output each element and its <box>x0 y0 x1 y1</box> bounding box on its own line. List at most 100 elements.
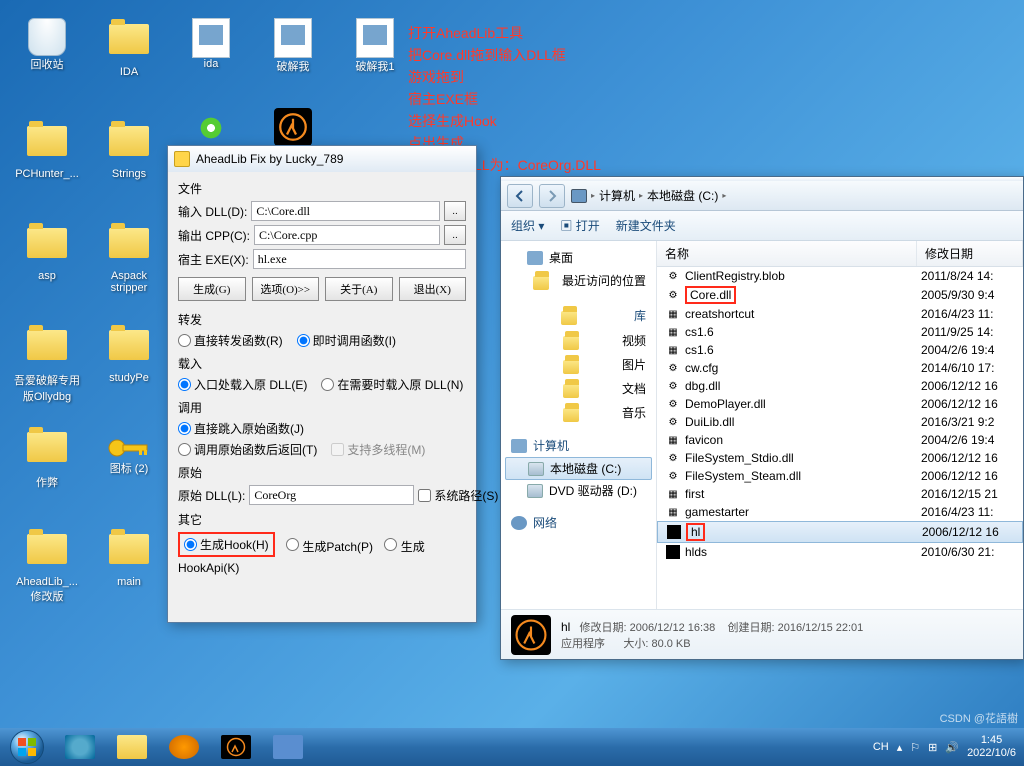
file-row[interactable]: ⚙cw.cfg2014/6/10 17: <box>657 359 1023 377</box>
chk-syspath[interactable]: 系统路径(S) <box>418 487 498 504</box>
col-date[interactable]: 修改日期 <box>917 241 1023 266</box>
desktop-icon[interactable]: IDA <box>94 18 164 78</box>
desktop-icon[interactable] <box>258 108 328 146</box>
desktop-icon[interactable]: studyPe <box>94 324 164 384</box>
browse-output-cpp[interactable]: .. <box>444 225 466 245</box>
taskbar: CH ▴ ⚐ ⊞ 🔊 1:45 2022/10/6 <box>0 728 1024 766</box>
sidebar-pictures[interactable]: 图片 <box>505 352 652 376</box>
hl-icon <box>511 615 551 655</box>
start-button[interactable] <box>0 728 54 766</box>
computer-icon <box>571 189 587 203</box>
aheadlib-window: AheadLib Fix by Lucky_789 文件 输入 DLL(D): … <box>167 145 477 623</box>
radio-fwd-direct[interactable]: 直接转发函数(R) <box>178 332 283 349</box>
sidebar-network[interactable]: 网络 <box>505 511 652 534</box>
radio-gen-patch[interactable]: 生成Patch(P) <box>286 540 373 554</box>
newfolder-button[interactable]: 新建文件夹 <box>616 217 676 234</box>
file-row[interactable]: ▦first2016/12/15 21 <box>657 485 1023 503</box>
lbl-output-cpp: 输出 CPP(C): <box>178 227 250 244</box>
output-cpp-field[interactable] <box>254 225 440 245</box>
desktop-icon[interactable]: Strings <box>94 120 164 180</box>
file-row[interactable]: ⚙ClientRegistry.blob2011/8/24 14: <box>657 267 1023 285</box>
network-icon[interactable]: ⊞ <box>928 741 937 754</box>
input-dll-field[interactable] <box>251 201 440 221</box>
nav-back-button[interactable] <box>507 184 533 208</box>
desktop-icon[interactable] <box>176 108 246 148</box>
sidebar-music[interactable]: 音乐 <box>505 400 652 424</box>
taskbar-app[interactable] <box>262 729 314 765</box>
orig-dll-field[interactable] <box>249 485 414 505</box>
desktop-icon[interactable]: main <box>94 528 164 588</box>
clock[interactable]: 1:45 2022/10/6 <box>967 734 1016 760</box>
sidebar-recent[interactable]: 最近访问的位置 <box>505 268 652 292</box>
file-row[interactable]: ▦favicon2004/2/6 19:4 <box>657 431 1023 449</box>
open-button[interactable]: ▣ 打开 <box>560 217 599 234</box>
app-icon <box>174 151 190 167</box>
about-button[interactable]: 关于(A) <box>325 277 393 301</box>
file-row[interactable]: ⚙FileSystem_Steam.dll2006/12/12 16 <box>657 467 1023 485</box>
file-list: 名称 修改日期 ⚙ClientRegistry.blob2011/8/24 14… <box>657 241 1023 609</box>
taskbar-explorer[interactable] <box>106 729 158 765</box>
aheadlib-titlebar[interactable]: AheadLib Fix by Lucky_789 <box>168 146 476 172</box>
explorer-toolbar: 组织 ▾ ▣ 打开 新建文件夹 <box>501 211 1023 241</box>
browse-input-dll[interactable]: .. <box>444 201 466 221</box>
lbl-host-exe: 宿主 EXE(X): <box>178 251 249 268</box>
system-tray: CH ▴ ⚐ ⊞ 🔊 1:45 2022/10/6 <box>865 734 1024 760</box>
desktop-icon[interactable]: 破解我1 <box>340 18 410 74</box>
file-row[interactable]: ▦cs1.62004/2/6 19:4 <box>657 341 1023 359</box>
file-row[interactable]: ⚙dbg.dll2006/12/12 16 <box>657 377 1023 395</box>
file-row[interactable]: hlds2010/6/30 21: <box>657 543 1023 561</box>
host-exe-field[interactable] <box>253 249 466 269</box>
sidebar-desktop[interactable]: 桌面 <box>505 247 652 268</box>
taskbar-ie[interactable] <box>54 729 106 765</box>
radio-call-jump[interactable]: 直接跳入原始函数(J) <box>178 420 304 437</box>
taskbar-mediaplayer[interactable] <box>158 729 210 765</box>
desktop-icon[interactable]: 吾爱破解专用版Ollydbg <box>12 324 82 404</box>
col-name[interactable]: 名称 <box>657 241 917 266</box>
sidebar-video[interactable]: 视频 <box>505 328 652 352</box>
windows-orb-icon <box>10 730 44 764</box>
lbl-orig-dll: 原始 DLL(L): <box>178 487 245 504</box>
desktop-icon[interactable]: 回收站 <box>12 18 82 72</box>
radio-load-ondemand[interactable]: 在需要时载入原 DLL(N) <box>321 376 463 393</box>
file-row[interactable]: ⚙DuiLib.dll2016/3/21 9:2 <box>657 413 1023 431</box>
file-row[interactable]: ▦cs1.62011/9/25 14: <box>657 323 1023 341</box>
options-button[interactable]: 选项(O)>> <box>252 277 320 301</box>
file-row[interactable]: ⚙FileSystem_Stdio.dll2006/12/12 16 <box>657 449 1023 467</box>
file-row[interactable]: hl2006/12/12 16 <box>657 521 1023 543</box>
flag-icon[interactable]: ⚐ <box>910 741 920 754</box>
desktop-icon[interactable]: AheadLib_...修改版 <box>12 528 82 604</box>
sidebar-libraries[interactable]: 库 <box>505 302 652 328</box>
nav-forward-button[interactable] <box>539 184 565 208</box>
radio-fwd-instant[interactable]: 即时调用函数(I) <box>297 332 396 349</box>
desktop-icon[interactable]: asp <box>12 222 82 282</box>
detail-pane: hl 修改日期: 2006/12/12 16:38 创建日期: 2016/12/… <box>501 609 1023 659</box>
desktop-icon[interactable]: 图标 (2) <box>94 426 164 476</box>
file-row[interactable]: ⚙Core.dll2005/9/30 9:4 <box>657 285 1023 305</box>
lang-indicator[interactable]: CH <box>873 741 889 753</box>
exit-button[interactable]: 退出(X) <box>399 277 467 301</box>
desktop-icon[interactable]: ida <box>176 18 246 70</box>
organize-button[interactable]: 组织 ▾ <box>511 217 544 234</box>
radio-gen-hook[interactable]: 生成Hook(H) <box>184 536 269 553</box>
sidebar-dvd[interactable]: DVD 驱动器 (D:) <box>505 480 652 501</box>
desktop-icon[interactable]: 破解我 <box>258 18 328 74</box>
desktop-icon[interactable]: Aspack stripper <box>94 222 164 294</box>
taskbar-hl[interactable] <box>210 729 262 765</box>
desktop-icon[interactable]: PCHunter_... <box>12 120 82 180</box>
wmp-icon <box>169 735 199 759</box>
generate-button[interactable]: 生成(G) <box>178 277 246 301</box>
chk-multithread[interactable]: 支持多线程(M) <box>331 441 425 458</box>
file-row[interactable]: ▦creatshortcut2016/4/23 11: <box>657 305 1023 323</box>
radio-load-entry[interactable]: 入口处载入原 DLL(E) <box>178 376 307 393</box>
radio-call-return[interactable]: 调用原始函数后返回(T) <box>178 441 317 458</box>
sidebar-documents[interactable]: 文档 <box>505 376 652 400</box>
file-row[interactable]: ⚙DemoPlayer.dll2006/12/12 16 <box>657 395 1023 413</box>
file-row[interactable]: ▦gamestarter2016/4/23 11: <box>657 503 1023 521</box>
volume-icon[interactable]: 🔊 <box>945 741 959 754</box>
sidebar-drive-c[interactable]: 本地磁盘 (C:) <box>505 457 652 480</box>
arrow-right-icon <box>545 189 559 203</box>
tray-up-icon[interactable]: ▴ <box>897 741 903 754</box>
desktop-icon[interactable]: 作弊 <box>12 426 82 490</box>
address-bar[interactable]: ▸ 计算机 ▸ 本地磁盘 (C:) ▸ <box>571 187 726 204</box>
sidebar-computer[interactable]: 计算机 <box>505 434 652 457</box>
